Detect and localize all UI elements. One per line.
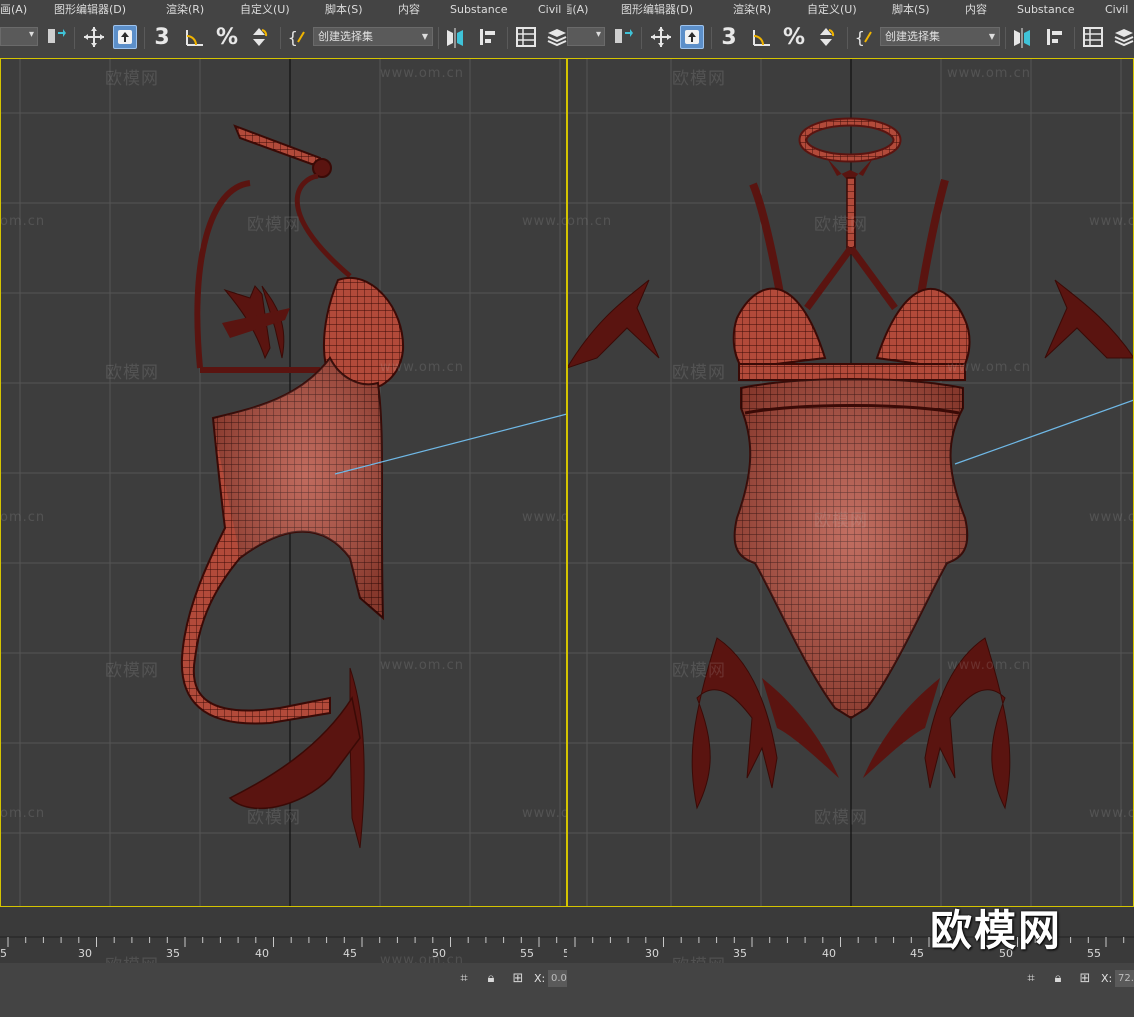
timeline-ticks: 30 35 40 45 50 55 (567, 929, 1134, 960)
absolute-mode-icon[interactable]: ⊞ (1077, 971, 1093, 987)
move-icon[interactable] (649, 25, 673, 49)
percent-snap-button[interactable]: % (782, 25, 806, 50)
main-toolbar: 3 % { 创建选择集 ▼ (567, 19, 1134, 57)
x-coordinate-field[interactable]: 0.0 (548, 970, 567, 987)
timeline-label: 45 (343, 947, 357, 960)
layer-manager-icon[interactable] (545, 25, 567, 49)
menu-item-rendering[interactable]: 渲染(R) (166, 0, 204, 19)
menu-item-civil[interactable]: Civil (1105, 0, 1128, 19)
main-toolbar: 3 % { 创建选择集 ▼ (0, 19, 567, 57)
x-coordinate-field[interactable]: 72. (1115, 970, 1134, 987)
light-target-line (954, 399, 1134, 465)
timeline-ticks: 5 30 35 40 45 50 55 5 (0, 929, 567, 960)
svg-text:{: { (288, 28, 298, 47)
align-icon[interactable] (476, 25, 500, 49)
select-link-icon[interactable] (611, 25, 635, 49)
timeline-label: 55 (1087, 947, 1101, 960)
snaps-toggle-button[interactable]: 3 (717, 25, 741, 50)
menu-item-customize[interactable]: 自定义(U) (807, 0, 857, 19)
right-pane: Civil画(A) 图形编辑器(D) 渲染(R) 自定义(U) 脚本(S) 内容… (567, 0, 1134, 1017)
menu-item-rendering[interactable]: 渲染(R) (733, 0, 771, 19)
timeline-label: 55 (520, 947, 534, 960)
mirror-icon[interactable] (443, 25, 467, 49)
selection-filter-dropdown[interactable] (0, 27, 38, 46)
status-bar: ⌗ 🔒︎ ⊞ X: 0.0 (0, 963, 567, 1017)
svg-text:{: { (855, 28, 865, 47)
timeline-label: 45 (910, 947, 924, 960)
move-icon[interactable] (82, 25, 106, 49)
isolate-selection-icon[interactable]: ⌗ (456, 971, 472, 987)
lock-icon[interactable]: 🔒︎ (1050, 971, 1066, 987)
selection-set-text: 创建选择集 (318, 30, 373, 43)
menu-item-content[interactable]: 内容 (965, 0, 987, 19)
named-selection-icon[interactable]: { (286, 25, 310, 49)
menu-item-animation[interactable]: 画(A) (0, 0, 27, 19)
scene-explorer-icon[interactable] (1081, 25, 1105, 49)
timeline-ruler[interactable]: 30 35 40 45 50 55 欧模网 (567, 907, 1134, 963)
chevron-down-icon: ▼ (421, 32, 428, 41)
viewport-left-canvas (0, 58, 567, 907)
selection-set-text: 创建选择集 (885, 30, 940, 43)
menu-item-scripting[interactable]: 脚本(S) (892, 0, 930, 19)
timeline-label: 30 (78, 947, 92, 960)
scene-explorer-icon[interactable] (514, 25, 538, 49)
timeline-label: 50 (999, 947, 1013, 960)
named-selection-icon[interactable]: { (853, 25, 877, 49)
lock-icon[interactable]: 🔒︎ (483, 971, 499, 987)
menu-item-scripting[interactable]: 脚本(S) (325, 0, 363, 19)
viewport-right-canvas (567, 58, 1134, 907)
timeline-label: 40 (255, 947, 269, 960)
timeline-ruler[interactable]: 5 30 35 40 45 50 55 5 欧模网 www.om.cn (0, 907, 567, 963)
menu-item-customize[interactable]: 自定义(U) (240, 0, 290, 19)
menu-bar: 画(A) 图形编辑器(D) 渲染(R) 自定义(U) 脚本(S) 内容 Subs… (0, 0, 567, 19)
viewport-right[interactable]: 欧模网 www.om.cn om.cn 欧模网 www.om.cn 欧模网 ww… (567, 58, 1134, 907)
left-pane: 画(A) 图形编辑器(D) 渲染(R) 自定义(U) 脚本(S) 内容 Subs… (0, 0, 567, 1017)
menu-item-civil[interactable]: Civil (538, 0, 561, 19)
mirror-icon[interactable] (1010, 25, 1034, 49)
absolute-mode-icon[interactable]: ⊞ (510, 971, 526, 987)
spinner-snap-icon[interactable] (814, 25, 838, 49)
isolate-selection-icon[interactable]: ⌗ (1023, 971, 1039, 987)
percent-snap-button[interactable]: % (215, 25, 239, 50)
menu-item-graph-editors[interactable]: 图形编辑器(D) (54, 0, 126, 19)
menu-item-content[interactable]: 内容 (398, 0, 420, 19)
layer-manager-icon[interactable] (1112, 25, 1134, 49)
timeline-label: 5 (0, 947, 7, 960)
named-selection-set-dropdown[interactable]: 创建选择集 ▼ (880, 27, 1000, 46)
menu-item-substance[interactable]: Substance (450, 0, 508, 19)
named-selection-set-dropdown[interactable]: 创建选择集 ▼ (313, 27, 433, 46)
garment-side-view (180, 124, 405, 849)
selection-filter-dropdown[interactable] (567, 27, 605, 46)
menu-item-animation[interactable]: Civil画(A) (567, 0, 588, 19)
angle-snap-icon[interactable] (750, 25, 774, 49)
timeline-label: 35 (166, 947, 180, 960)
menu-item-substance[interactable]: Substance (1017, 0, 1075, 19)
viewport-left[interactable]: 欧模网 www.om.cn om.cn 欧模网 www.om.cn 欧模网 ww… (0, 58, 567, 907)
select-object-icon[interactable] (113, 25, 137, 49)
chevron-down-icon: ▼ (988, 32, 995, 41)
timeline-label: 40 (822, 947, 836, 960)
status-bar: ⌗ 🔒︎ ⊞ X: 72. (567, 963, 1134, 1017)
timeline-label: 35 (733, 947, 747, 960)
menu-bar: Civil画(A) 图形编辑器(D) 渲染(R) 自定义(U) 脚本(S) 内容… (567, 0, 1134, 19)
snaps-toggle-button[interactable]: 3 (150, 25, 174, 50)
select-link-icon[interactable] (44, 25, 68, 49)
spinner-snap-icon[interactable] (247, 25, 271, 49)
garment-front-view (567, 117, 1134, 810)
x-coordinate-label: X: (534, 972, 546, 985)
angle-snap-icon[interactable] (183, 25, 207, 49)
timeline-label: 30 (645, 947, 659, 960)
timeline-label: 50 (432, 947, 446, 960)
align-icon[interactable] (1043, 25, 1067, 49)
menu-item-graph-editors[interactable]: 图形编辑器(D) (621, 0, 693, 19)
select-object-icon[interactable] (680, 25, 704, 49)
x-coordinate-label: X: (1101, 972, 1113, 985)
